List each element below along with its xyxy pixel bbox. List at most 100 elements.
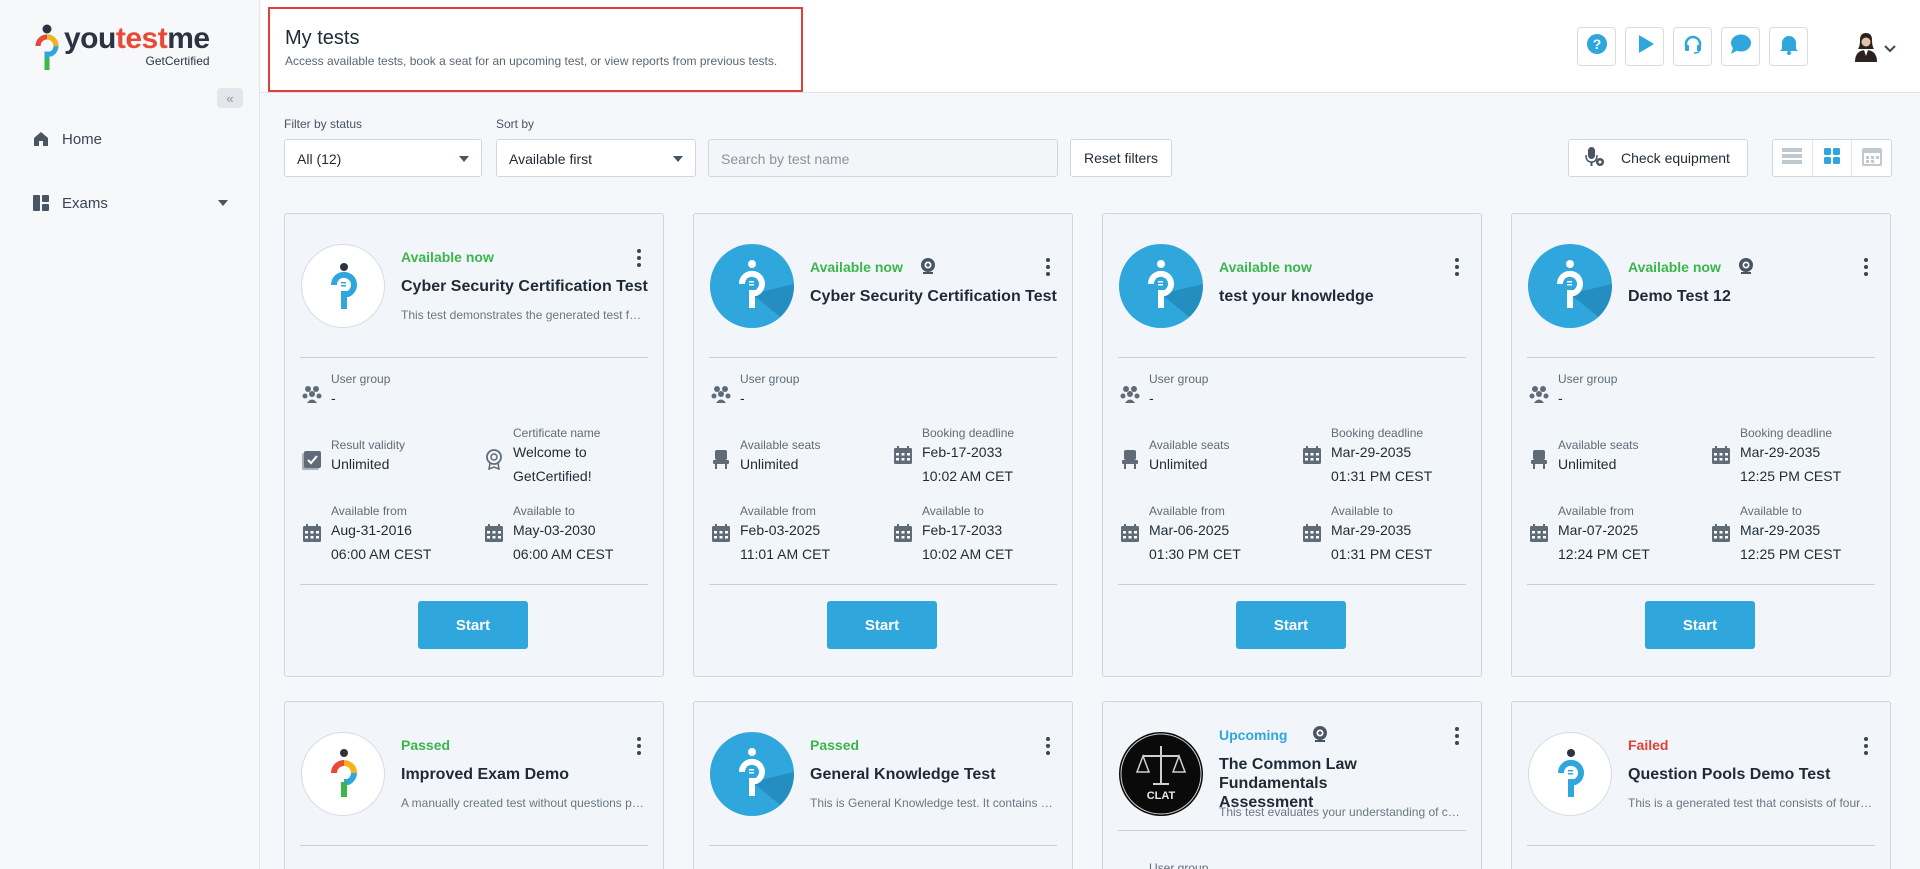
user-group-label: User group [1149, 861, 1209, 869]
list-view-button[interactable] [1773, 140, 1813, 176]
calendar-icon [1301, 522, 1323, 544]
page-title-box: My tests Access available tests, book a … [268, 7, 803, 92]
available-from-date: Mar-06-2025 [1149, 522, 1230, 538]
seat-icon [710, 448, 732, 470]
test-title[interactable]: Cyber Security Certification Test [810, 287, 1060, 306]
more-options-icon[interactable] [1858, 736, 1874, 756]
start-test-button[interactable]: Start [1645, 601, 1755, 649]
filter-status-label: Filter by status [284, 117, 363, 131]
available-to-date: May-03-2030 [513, 522, 596, 538]
test-title[interactable]: General Knowledge Test [810, 765, 1060, 784]
divider [1527, 845, 1875, 846]
more-options-icon[interactable] [1040, 736, 1056, 756]
divider [709, 845, 1057, 846]
test-logo-icon [1119, 244, 1203, 328]
user-group-label: User group [1149, 372, 1209, 386]
certificate-name-field: Certificate name Welcome to GetCertified! [483, 426, 600, 488]
more-options-icon[interactable] [1449, 257, 1465, 277]
users-icon [1528, 382, 1550, 404]
user-group-value: - [331, 390, 336, 406]
filter-status-select[interactable]: All (12) [284, 139, 482, 177]
test-status: Available now [1219, 259, 1312, 275]
test-status: Passed [810, 737, 860, 753]
play-icon [1634, 33, 1656, 60]
available-to-field: Available to Mar-29-2035 12:25 PM CEST [1710, 504, 1841, 566]
calendar-icon [892, 444, 914, 466]
test-title[interactable]: The Common Law Fundamentals Assessment [1219, 755, 1469, 812]
more-options-icon[interactable] [1040, 257, 1056, 277]
test-logo-icon [710, 244, 794, 328]
brand-logo[interactable]: youtestme GetCertified [34, 24, 210, 74]
sort-by-value: Available first [509, 151, 593, 167]
chat-button[interactable] [1721, 27, 1760, 66]
available-from-field: Available from Aug-31-2016 06:00 AM CEST [301, 504, 431, 566]
divider [300, 584, 648, 585]
avatar[interactable] [1853, 32, 1879, 62]
test-status: Available now [1628, 259, 1721, 275]
more-options-icon[interactable] [631, 736, 647, 756]
test-card: CLAT Upcoming The Common Law Fundamental… [1102, 701, 1482, 869]
test-title[interactable]: Cyber Security Certification Test [401, 277, 651, 296]
reset-filters-button[interactable]: Reset filters [1070, 139, 1172, 177]
start-test-button[interactable]: Start [1236, 601, 1346, 649]
result-validity-label: Result validity [331, 438, 406, 452]
check-badge-icon [301, 448, 323, 470]
user-menu-chevron-down-icon[interactable] [1884, 40, 1896, 58]
start-test-button[interactable]: Start [418, 601, 528, 649]
test-logo-icon [710, 732, 794, 816]
available-to-date: Mar-29-2035 [1331, 522, 1412, 538]
booking-deadline-time: 10:02 AM CET [922, 468, 1014, 484]
booking-deadline-label: Booking deadline [1331, 426, 1424, 440]
available-from-label: Available from [331, 504, 407, 518]
check-equipment-button[interactable]: Check equipment [1568, 139, 1748, 177]
more-options-icon[interactable] [1449, 726, 1465, 746]
support-button[interactable] [1673, 27, 1712, 66]
available-to-time: 01:31 PM CEST [1331, 546, 1433, 562]
available-seats-field: Available seats Unlimited [710, 438, 821, 476]
available-from-date: Aug-31-2016 [331, 522, 412, 538]
test-description: A manually created test without question… [401, 796, 646, 810]
test-description: This test evaluates your understanding o… [1219, 805, 1464, 819]
start-test-button[interactable]: Start [827, 601, 937, 649]
tutorial-play-button[interactable] [1625, 27, 1664, 66]
result-validity-value: Unlimited [331, 456, 390, 472]
notifications-button[interactable] [1769, 27, 1808, 66]
test-title[interactable]: Question Pools Demo Test [1628, 765, 1878, 784]
user-group-label: User group [740, 372, 800, 386]
calendar-icon [1119, 522, 1141, 544]
available-from-time: 12:24 PM CET [1558, 546, 1650, 562]
calendar-view-button[interactable] [1852, 140, 1891, 176]
booking-deadline-date: Mar-29-2035 [1740, 444, 1821, 460]
grid-view-icon [1823, 147, 1841, 170]
sidebar-item-exams[interactable]: Exams [32, 194, 228, 212]
available-seats-label: Available seats [1558, 438, 1639, 452]
grid-view-button[interactable] [1813, 140, 1853, 176]
certificate-name-value-line2: GetCertified! [513, 468, 592, 484]
test-title[interactable]: Improved Exam Demo [401, 765, 651, 784]
chat-icon [1729, 33, 1753, 60]
test-title[interactable]: Demo Test 12 [1628, 287, 1878, 306]
available-seats-field: Available seats Unlimited [1528, 438, 1639, 476]
available-from-label: Available from [1558, 504, 1634, 518]
users-icon [1119, 382, 1141, 404]
test-title[interactable]: test your knowledge [1219, 287, 1469, 306]
calendar-icon [710, 522, 732, 544]
sort-by-select[interactable]: Available first [496, 139, 696, 177]
available-from-time: 01:30 PM CET [1149, 546, 1241, 562]
search-input[interactable]: Search by test name [708, 139, 1058, 177]
test-status: Available now [401, 249, 494, 265]
available-to-label: Available to [1740, 504, 1802, 518]
sidebar-item-home[interactable]: Home [32, 130, 102, 148]
test-status: Available now [810, 259, 903, 275]
collapse-sidebar-button[interactable]: « [217, 88, 243, 108]
user-group-field: User group - [301, 372, 390, 410]
more-options-icon[interactable] [631, 248, 647, 268]
booking-deadline-field: Booking deadline Mar-29-2035 01:31 PM CEST [1301, 426, 1432, 488]
user-group-label: User group [331, 372, 391, 386]
help-button[interactable]: ? [1577, 27, 1616, 66]
available-from-date: Mar-07-2025 [1558, 522, 1639, 538]
available-seats-label: Available seats [1149, 438, 1230, 452]
divider [709, 357, 1057, 358]
more-options-icon[interactable] [1858, 257, 1874, 277]
chevron-down-icon [218, 200, 228, 206]
